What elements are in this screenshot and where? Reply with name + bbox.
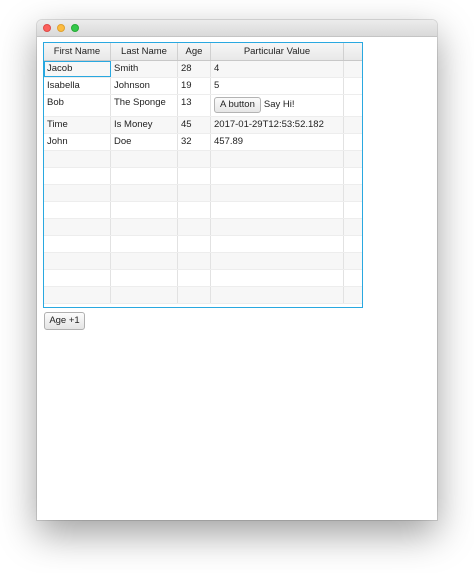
cell-age[interactable]: 45	[178, 117, 211, 133]
cell-last-name[interactable]: Johnson	[111, 78, 178, 94]
minimize-window-button[interactable]	[57, 24, 65, 32]
cell-particular-value[interactable]: 457.89	[211, 134, 344, 150]
empty-cell	[111, 219, 178, 235]
table-row[interactable]: John Doe 32 457.89	[44, 134, 362, 151]
cell-particular-value[interactable]: 4	[211, 61, 344, 77]
empty-cell	[211, 168, 344, 184]
empty-table-row	[44, 202, 362, 219]
empty-cell	[344, 151, 362, 167]
empty-cell	[111, 202, 178, 218]
empty-cell	[111, 185, 178, 201]
empty-cell	[44, 185, 111, 201]
empty-cell	[344, 270, 362, 286]
cell-last-name[interactable]: Is Money	[111, 117, 178, 133]
cell-age[interactable]: 13	[178, 95, 211, 116]
empty-table-row	[44, 236, 362, 253]
empty-table-row	[44, 151, 362, 168]
table-row[interactable]: Jacob Smith 28 4	[44, 61, 362, 78]
column-header-first-name[interactable]: First Name	[44, 43, 111, 60]
table-header: First Name Last Name Age Particular Valu…	[44, 43, 362, 61]
empty-cell	[111, 253, 178, 269]
table-row[interactable]: Isabella Johnson 19 5	[44, 78, 362, 95]
empty-table-row	[44, 287, 362, 304]
cell-say-hi-label: Say Hi!	[263, 99, 295, 110]
cell-particular-value[interactable]: 5	[211, 78, 344, 94]
cell-first-name[interactable]: John	[44, 134, 111, 150]
empty-cell	[111, 236, 178, 252]
empty-cell	[178, 151, 211, 167]
close-window-button[interactable]	[43, 24, 51, 32]
empty-cell	[344, 168, 362, 184]
window-titlebar[interactable]	[37, 20, 437, 37]
cell-first-name[interactable]: Bob	[44, 95, 111, 116]
empty-table-row	[44, 253, 362, 270]
empty-cell	[344, 219, 362, 235]
empty-table-row	[44, 219, 362, 236]
empty-cell	[178, 236, 211, 252]
cell-age[interactable]: 32	[178, 134, 211, 150]
empty-cell	[344, 253, 362, 269]
empty-cell	[211, 236, 344, 252]
cell-particular-value[interactable]: 2017-01-29T12:53:52.182	[211, 117, 344, 133]
cell-last-name[interactable]: Smith	[111, 61, 178, 77]
empty-cell	[44, 151, 111, 167]
empty-cell	[178, 202, 211, 218]
empty-cell	[44, 287, 111, 303]
empty-cell	[178, 253, 211, 269]
column-header-last-name[interactable]: Last Name	[111, 43, 178, 60]
empty-cell	[211, 151, 344, 167]
empty-cell	[111, 168, 178, 184]
empty-cell	[211, 253, 344, 269]
empty-cell	[211, 219, 344, 235]
empty-cell	[344, 185, 362, 201]
empty-table-row	[44, 185, 362, 202]
zoom-window-button[interactable]	[71, 24, 79, 32]
empty-table-row	[44, 168, 362, 185]
empty-cell	[44, 219, 111, 235]
empty-cell	[44, 202, 111, 218]
empty-cell	[44, 253, 111, 269]
empty-rows	[44, 151, 362, 304]
cell-age[interactable]: 28	[178, 61, 211, 77]
empty-cell	[211, 202, 344, 218]
table-body: Jacob Smith 28 4 Isabella Johnson 19 5 B…	[44, 61, 362, 304]
empty-cell	[211, 287, 344, 303]
cell-first-name[interactable]: Time	[44, 117, 111, 133]
empty-cell	[44, 168, 111, 184]
empty-cell	[178, 270, 211, 286]
empty-cell	[344, 236, 362, 252]
empty-cell	[111, 270, 178, 286]
empty-cell	[111, 151, 178, 167]
cell-first-name[interactable]: Jacob	[44, 61, 111, 77]
empty-cell	[211, 185, 344, 201]
age-increment-button[interactable]: Age +1	[44, 312, 85, 330]
empty-cell	[178, 287, 211, 303]
empty-cell	[111, 287, 178, 303]
empty-cell	[178, 219, 211, 235]
cell-last-name[interactable]: The Sponge	[111, 95, 178, 116]
empty-cell	[178, 168, 211, 184]
empty-cell	[211, 270, 344, 286]
empty-cell	[344, 202, 362, 218]
empty-cell	[44, 236, 111, 252]
table-row[interactable]: Time Is Money 45 2017-01-29T12:53:52.182	[44, 117, 362, 134]
column-header-age[interactable]: Age	[178, 43, 211, 60]
column-header-particular-value[interactable]: Particular Value	[211, 43, 344, 60]
empty-cell	[178, 185, 211, 201]
empty-table-row	[44, 270, 362, 287]
empty-cell	[44, 270, 111, 286]
cell-age[interactable]: 19	[178, 78, 211, 94]
cell-particular-value: A button Say Hi!	[211, 95, 344, 116]
table-row[interactable]: Bob The Sponge 13 A button Say Hi!	[44, 95, 362, 117]
cell-action-button[interactable]: A button	[214, 97, 261, 113]
people-table[interactable]: First Name Last Name Age Particular Valu…	[43, 42, 363, 308]
cell-last-name[interactable]: Doe	[111, 134, 178, 150]
empty-cell	[344, 287, 362, 303]
cell-first-name[interactable]: Isabella	[44, 78, 111, 94]
column-header-filler	[344, 43, 362, 60]
